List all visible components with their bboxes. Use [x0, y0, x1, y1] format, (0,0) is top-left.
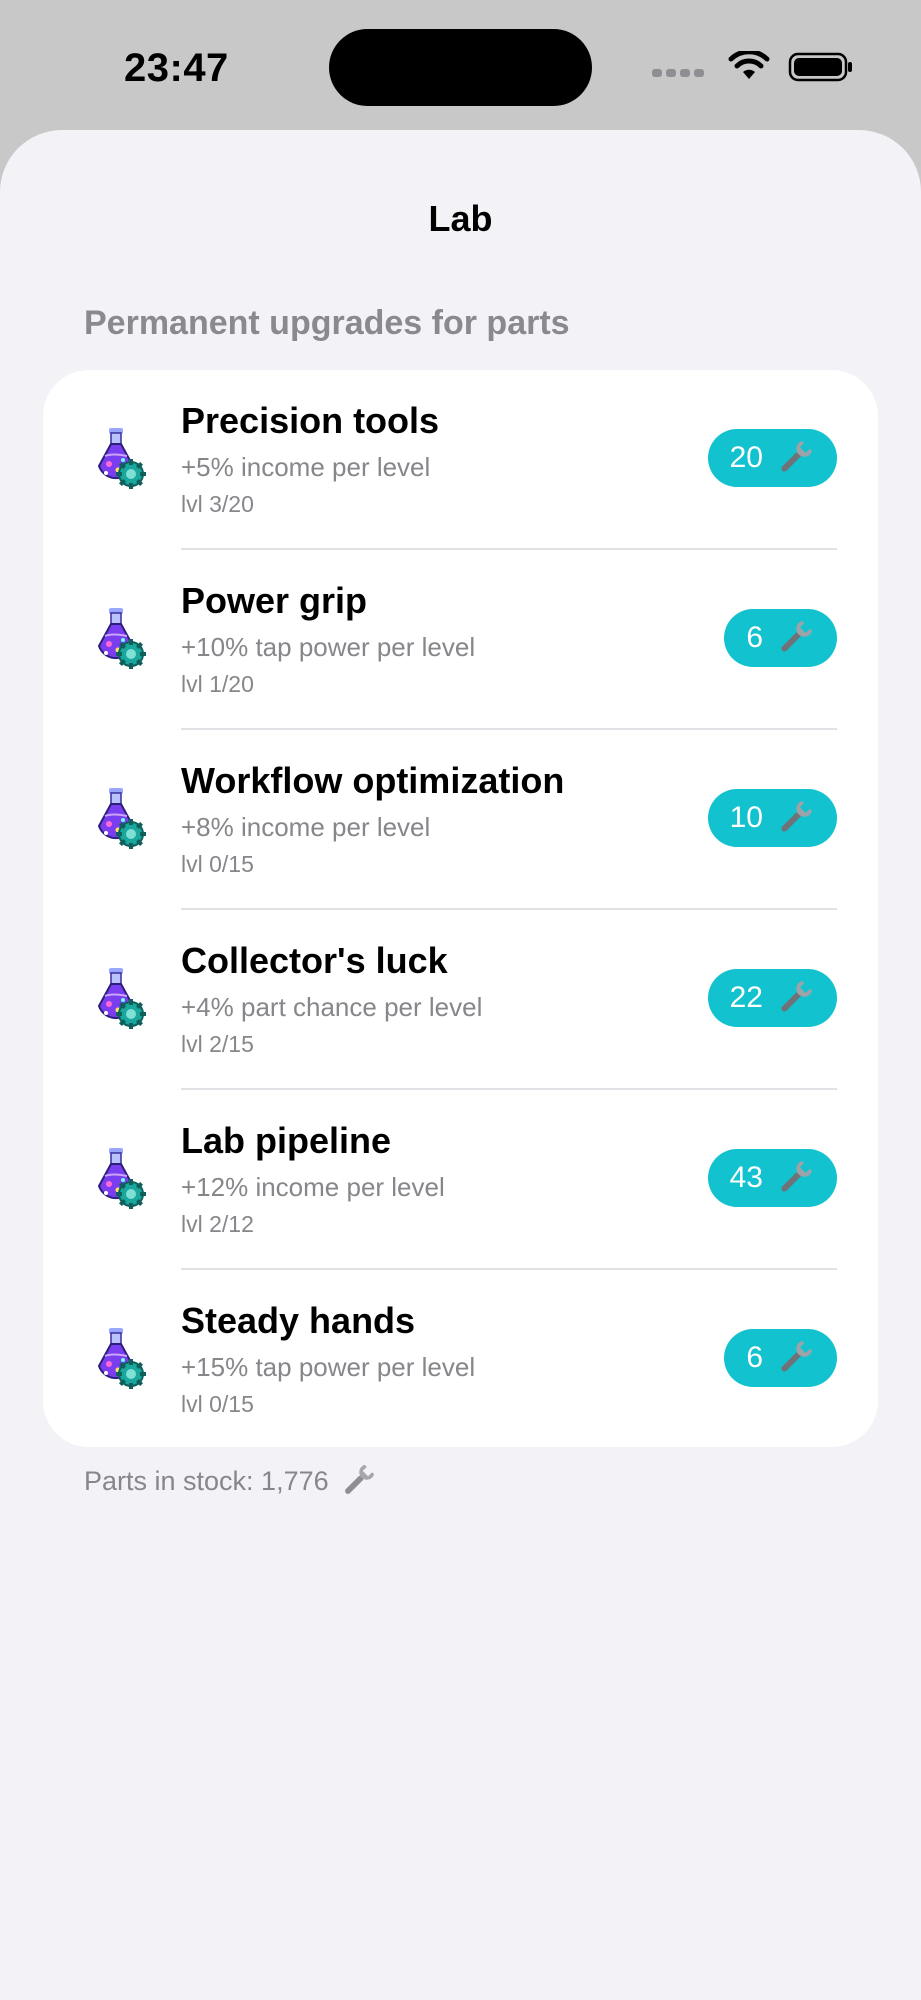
wrench-icon [775, 798, 815, 838]
upgrade-title: Power grip [181, 580, 368, 621]
upgrade-row[interactable]: Collector's luck +4% part chance per lev… [43, 910, 878, 1090]
upgrade-description: +4% part chance per level [181, 992, 483, 1022]
potion-flask-icon [91, 606, 147, 670]
potion-flask-icon [91, 1146, 147, 1210]
page-title: Lab [428, 198, 493, 239]
upgrade-description: +10% tap power per level [181, 632, 476, 662]
battery-icon [788, 52, 852, 82]
upgrade-description: +5% income per level [181, 452, 431, 482]
status-bar: 23:47 [0, 0, 921, 130]
upgrade-row[interactable]: Precision tools +5% income per level lvl… [43, 370, 878, 550]
potion-flask-icon [91, 786, 147, 850]
upgrade-row[interactable]: Power grip +10% tap power per level lvl … [43, 550, 878, 730]
upgrade-title: Workflow optimization [181, 760, 565, 801]
upgrade-level: lvl 2/15 [181, 1031, 254, 1057]
upgrade-row[interactable]: Workflow optimization +8% income per lev… [43, 730, 878, 910]
buy-upgrade-button[interactable]: 43 [707, 1149, 837, 1207]
upgrade-level: lvl 0/15 [181, 1391, 254, 1417]
potion-flask-icon [91, 966, 147, 1030]
wrench-icon [775, 438, 815, 478]
upgrade-description: +12% income per level [181, 1172, 445, 1202]
status-icons [652, 50, 854, 84]
wrench-icon [775, 1338, 815, 1378]
parts-in-stock: Parts in stock: 1,776 [84, 1462, 377, 1500]
potion-flask-icon [91, 426, 147, 490]
wrench-icon [775, 618, 815, 658]
upgrade-price: 43 [729, 1161, 763, 1194]
parts-in-stock-label: Parts in stock: 1,776 [84, 1465, 329, 1496]
buy-upgrade-button[interactable]: 6 [724, 1329, 837, 1387]
buy-upgrade-button[interactable]: 10 [707, 789, 837, 847]
upgrade-level: lvl 0/15 [181, 851, 254, 877]
upgrade-title: Precision tools [181, 400, 440, 441]
upgrade-description: +8% income per level [181, 812, 431, 842]
potion-flask-icon [91, 1326, 147, 1390]
wrench-icon [775, 1158, 815, 1198]
upgrade-price: 10 [729, 801, 763, 834]
section-header: Permanent upgrades for parts [84, 304, 570, 342]
wrench-icon [344, 1464, 374, 1494]
upgrade-price: 22 [729, 981, 763, 1014]
upgrade-title: Collector's luck [181, 940, 448, 981]
upgrade-level: lvl 3/20 [181, 491, 254, 517]
upgrade-row[interactable]: Lab pipeline +12% income per level lvl 2… [43, 1090, 878, 1270]
wrench-icon [775, 978, 815, 1018]
upgrades-list: Precision tools +5% income per level lvl… [43, 370, 878, 1447]
upgrade-price: 6 [746, 1341, 763, 1374]
upgrade-level: lvl 1/20 [181, 671, 254, 697]
upgrade-title: Steady hands [181, 1300, 416, 1341]
cellular-signal-icon [652, 69, 704, 77]
upgrade-price: 20 [729, 441, 763, 474]
wifi-icon [728, 51, 770, 79]
buy-upgrade-button[interactable]: 22 [707, 969, 837, 1027]
buy-upgrade-button[interactable]: 20 [707, 429, 837, 487]
lab-sheet: Lab Permanent upgrades for parts Precisi… [0, 130, 921, 2000]
status-time: 23:47 [124, 46, 229, 90]
upgrade-level: lvl 2/12 [181, 1211, 254, 1237]
dynamic-island [329, 29, 592, 106]
upgrade-row[interactable]: Steady hands +15% tap power per level lv… [43, 1270, 878, 1450]
upgrade-price: 6 [746, 621, 763, 654]
upgrade-title: Lab pipeline [181, 1120, 392, 1161]
buy-upgrade-button[interactable]: 6 [724, 609, 837, 667]
upgrade-description: +15% tap power per level [181, 1352, 476, 1382]
